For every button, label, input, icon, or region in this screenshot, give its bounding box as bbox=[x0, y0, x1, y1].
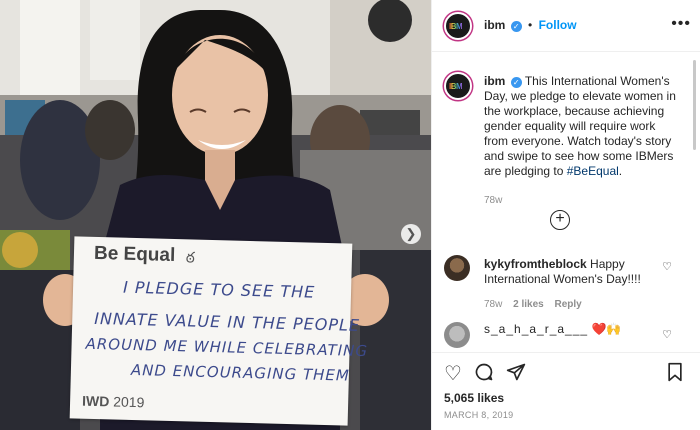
follow-button[interactable]: Follow bbox=[539, 18, 577, 32]
next-photo-button[interactable]: ❯ bbox=[401, 224, 421, 244]
bookmark-icon[interactable] bbox=[666, 362, 684, 388]
comments-scrollbar[interactable] bbox=[693, 60, 696, 150]
comment-username[interactable]: s_a_h_a_r_a___ bbox=[484, 322, 588, 336]
comment-icon[interactable] bbox=[474, 362, 494, 388]
heart-icon[interactable]: ♡ bbox=[444, 361, 462, 386]
caption-text: This International Women's Day, we pledg… bbox=[484, 74, 676, 178]
post-photo[interactable]: Be Equal ఠ I PLEDGE TO SEE THE INNATE VA… bbox=[0, 0, 431, 430]
comment-age: 78w bbox=[484, 299, 503, 310]
sign-line-1: I PLEDGE TO SEE THE bbox=[122, 277, 316, 302]
header-separator: • bbox=[528, 18, 533, 32]
post-actions: ♡ 5,065 likes MARCH 8, 2019 bbox=[432, 352, 700, 430]
more-options-icon[interactable]: ••• bbox=[671, 15, 691, 33]
comment-item: kykyfromtheblock Happy International Wom… bbox=[484, 257, 680, 312]
instagram-post: Be Equal ఠ I PLEDGE TO SEE THE INNATE VA… bbox=[0, 0, 700, 430]
sign-title: Be Equal bbox=[93, 242, 176, 267]
share-icon[interactable] bbox=[506, 362, 526, 388]
sign-footer-year: 2019 bbox=[113, 393, 145, 411]
comment-heart-icon[interactable]: ♡ bbox=[662, 260, 672, 273]
reply-button[interactable]: Reply bbox=[555, 299, 582, 310]
caption-avatar[interactable]: IBM bbox=[444, 72, 472, 100]
comment-avatar[interactable] bbox=[444, 322, 470, 348]
post-side-panel: IBM ibm ✓ • Follow ••• IBM ibm ✓ This In… bbox=[431, 0, 700, 430]
caption-end: . bbox=[618, 164, 623, 178]
comment-item: s_a_h_a_r_a___ ❤️🙌 bbox=[484, 322, 680, 337]
comment-emoji: ❤️🙌 bbox=[591, 322, 622, 336]
post-caption: ibm ✓ This International Women's Day, we… bbox=[484, 74, 680, 208]
caption-username[interactable]: ibm bbox=[484, 74, 505, 88]
comment-username[interactable]: kykyfromtheblock bbox=[484, 257, 587, 271]
comment-avatar[interactable] bbox=[444, 255, 470, 281]
verified-badge-icon: ✓ bbox=[510, 77, 522, 88]
sign-line-4: AND ENCOURAGING THEM bbox=[130, 360, 351, 385]
sign-footer-iwd: IWD bbox=[81, 392, 110, 410]
load-more-comments-button[interactable]: + bbox=[550, 210, 570, 230]
header-username[interactable]: ibm bbox=[484, 18, 505, 32]
comment-meta: 78w 2 likes Reply bbox=[484, 297, 680, 312]
plus-circle-icon: + bbox=[555, 210, 565, 227]
bee-logo-icon: ఠ bbox=[185, 249, 196, 267]
pledge-sign: Be Equal ఠ I PLEDGE TO SEE THE INNATE VA… bbox=[69, 236, 368, 426]
avatar-logo: IBM bbox=[449, 22, 463, 31]
header-user-row: ibm ✓ • Follow bbox=[484, 18, 577, 32]
caption-age: 78w bbox=[484, 195, 503, 206]
comment-likes[interactable]: 2 likes bbox=[513, 299, 544, 310]
comment-heart-icon[interactable]: ♡ bbox=[662, 328, 672, 341]
chevron-right-icon: ❯ bbox=[405, 226, 417, 241]
sign-footer: IWD 2019 bbox=[82, 393, 145, 411]
post-date[interactable]: MARCH 8, 2019 bbox=[444, 410, 513, 420]
profile-avatar[interactable]: IBM bbox=[444, 12, 472, 40]
hashtag-link[interactable]: #BeEqual bbox=[567, 164, 619, 178]
caption-avatar-logo: IBM bbox=[449, 82, 463, 91]
sign-line-3: AROUND ME WHILE CELEBRATING bbox=[85, 334, 369, 361]
sign-line-2: INNATE VALUE IN THE PEOPLE bbox=[94, 308, 361, 335]
verified-badge-icon: ✓ bbox=[510, 21, 522, 32]
post-header: IBM ibm ✓ • Follow ••• bbox=[432, 0, 700, 52]
likes-count[interactable]: 5,065 likes bbox=[444, 391, 504, 405]
